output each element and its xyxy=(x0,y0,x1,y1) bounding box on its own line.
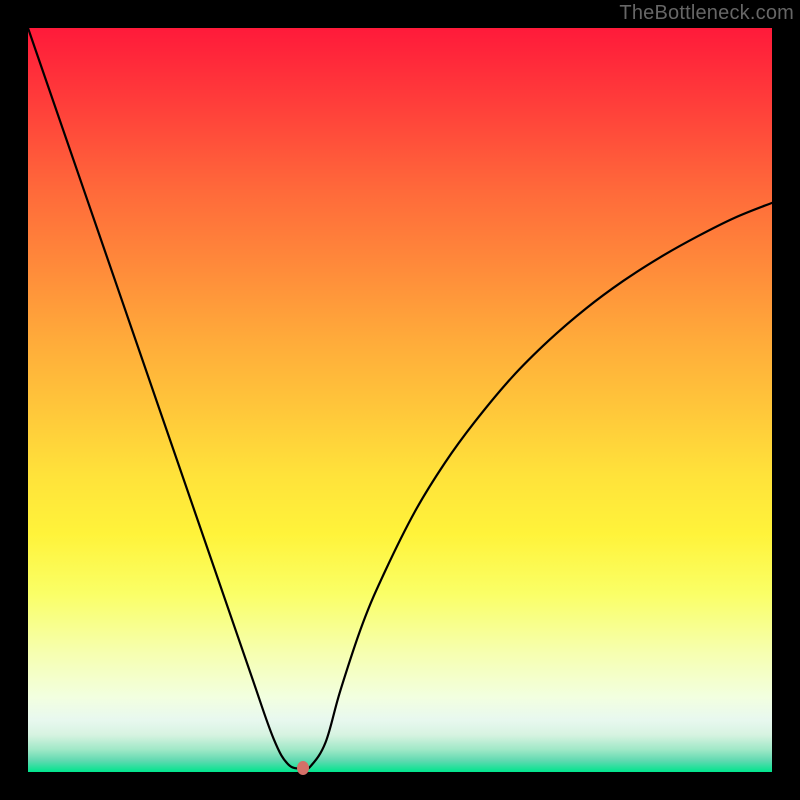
watermark-text: TheBottleneck.com xyxy=(619,2,794,25)
bottleneck-curve-line xyxy=(28,28,772,769)
plot-area xyxy=(28,28,772,772)
curve-layer xyxy=(28,28,772,772)
chart-frame: TheBottleneck.com xyxy=(0,0,800,800)
